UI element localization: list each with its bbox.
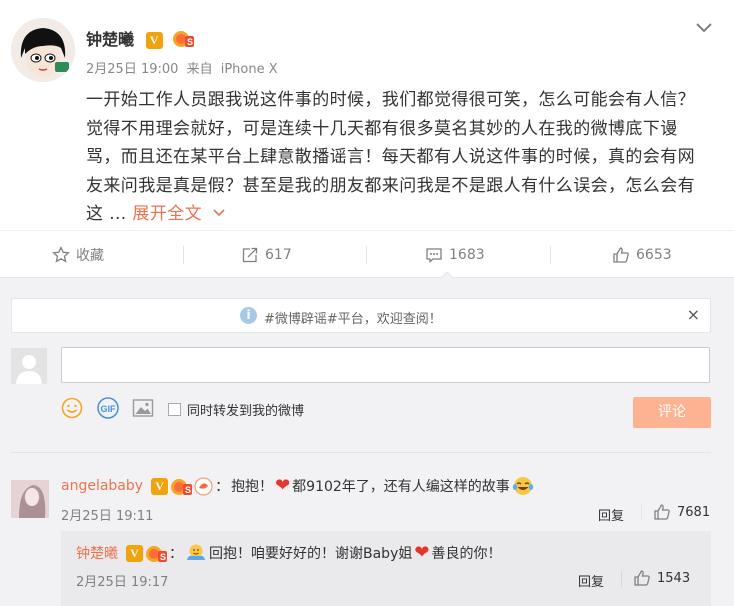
image-icon[interactable] (132, 397, 154, 419)
comment-like-button[interactable]: 7681 (653, 503, 710, 521)
divider (641, 505, 642, 521)
comment-item: angelababy V S ： 抱抱！ ❤ 都9102年了，还有人编这样的故事 (61, 476, 536, 496)
reply-like-button[interactable]: 1543 (633, 569, 690, 587)
default-avatar-icon (11, 348, 47, 384)
divider (550, 246, 551, 264)
post-line: 一开始工作人员跟我说这件事的时候，我们都觉得很可笑，怎么可能会有人信？ (86, 90, 695, 110)
forward-checkbox-row[interactable]: 同时转发到我的微博 (168, 400, 304, 419)
hug-emoji-icon (187, 544, 205, 560)
comment-text: 抱抱！ (231, 479, 274, 495)
repost-count: 617 (265, 247, 292, 263)
reply-text: 善良的你！ (431, 546, 502, 562)
post-line: 这 ... (86, 204, 133, 224)
notice-text[interactable]: #微博辟谣#平台，欢迎查阅！ (264, 308, 442, 327)
weibo-post-page: 钟楚曦 V S 2月25日 19:00 来自 iPhone X 一开始工作人员跟… (0, 0, 734, 606)
post-source[interactable]: iPhone X (221, 62, 278, 77)
comment-time: 2月25日 19:11 (61, 509, 154, 524)
post-line: 友来问我是真是假？甚至是我的朋友都来问我是不是跟人有什么误会，怎么会有 (86, 175, 695, 196)
comment-count: 1683 (449, 247, 485, 263)
reply-author-name[interactable]: 钟楚曦 (76, 543, 118, 563)
heart-icon: ❤ (414, 542, 430, 563)
post-time[interactable]: 2月25日 19:00 (86, 62, 178, 77)
star-icon (52, 246, 70, 263)
divider (11, 452, 711, 453)
rumor-notice-banner: i #微博辟谣#平台，欢迎查阅！ × (11, 298, 711, 333)
user-avatar[interactable] (11, 348, 47, 384)
colon: ： (215, 479, 230, 495)
repost-icon (242, 247, 258, 263)
forward-checkbox[interactable] (168, 403, 181, 416)
comment-icon (426, 248, 442, 263)
post-last-line: 这 ... 展开全文 (86, 200, 716, 229)
comment-like-count: 7681 (677, 504, 711, 520)
author-name[interactable]: 钟楚曦 (86, 30, 134, 49)
like-count: 6653 (636, 247, 672, 263)
reply-like-count: 1543 (657, 570, 691, 586)
verified-badge: V (126, 544, 143, 562)
author-name-row: 钟楚曦 V S (86, 26, 195, 50)
commenter-avatar[interactable] (11, 480, 49, 518)
expand-full-text-link[interactable]: 展开全文 (132, 204, 225, 224)
close-icon[interactable]: × (687, 305, 700, 324)
author-avatar[interactable] (11, 18, 75, 82)
thumbs-up-icon (634, 570, 650, 586)
heart-icon: ❤ (275, 475, 291, 496)
chevron-down-icon (213, 209, 225, 217)
divider (183, 246, 184, 264)
member-badge-icon: S (146, 545, 167, 562)
action-bar: 收藏 617 1683 6653 (0, 230, 734, 279)
gif-icon[interactable]: GIF (96, 397, 120, 419)
post-source-prefix: 来自 (186, 62, 213, 77)
member-badge-icon: S (172, 29, 195, 48)
repost-button[interactable]: 617 (241, 231, 292, 279)
favorite-label: 收藏 (76, 248, 104, 264)
like-button[interactable]: 6653 (612, 231, 672, 279)
svg-text:S: S (185, 485, 191, 495)
sub-reply-item: 钟楚曦 V S ： 回抱！咱要好好的！谢谢Baby姐 ❤ 善良的你！ (76, 543, 503, 563)
verified-badge: V (151, 477, 169, 495)
submit-comment-button[interactable]: 评论 (633, 397, 711, 428)
chevron-down-icon[interactable] (694, 20, 714, 36)
svg-text:GIF: GIF (101, 404, 117, 414)
thumbs-up-icon (654, 504, 670, 520)
post-body: 一开始工作人员跟我说这件事的时候，我们都觉得很可笑，怎么可能会有人信？ 觉得不用… (86, 86, 716, 229)
verified-badge: V (145, 32, 163, 49)
commenter-avatar-image (11, 480, 49, 518)
comment-text: 都9102年了，还有人编这样的故事 (292, 479, 510, 495)
post-line: 觉得不用理会就好，可是连续十几天都有很多莫名其妙的人在我的微博底下谩 (86, 118, 678, 139)
colon: ： (169, 546, 183, 562)
comment-input[interactable] (61, 347, 710, 383)
reply-time: 2月25日 19:17 (76, 575, 169, 590)
comment-button[interactable]: 1683 (425, 231, 485, 279)
post-line: 骂，而且还在某平台上肆意散播谣言！每天都有人说这件事的时候，真的会有网 (86, 147, 695, 167)
laugh-cry-emoji-icon (512, 477, 533, 495)
member-badge-icon: S (171, 478, 193, 495)
reply-text: 回抱！咱要好好的！谢谢Baby姐 (209, 546, 413, 562)
charity-badge-icon (194, 476, 213, 496)
thumbs-up-icon (613, 247, 629, 263)
commenter-name[interactable]: angelababy (61, 478, 143, 494)
info-icon: i (240, 307, 257, 324)
smile-icon[interactable] (61, 397, 83, 419)
reply-button[interactable]: 回复 (598, 505, 624, 524)
svg-text:S: S (160, 552, 166, 562)
forward-label: 同时转发到我的微博 (187, 404, 305, 419)
reply-button[interactable]: 回复 (578, 571, 604, 590)
post-meta: 2月25日 19:00 来自 iPhone X (86, 58, 278, 77)
favorite-button[interactable]: 收藏 (52, 231, 104, 279)
svg-text:S: S (187, 37, 193, 47)
divider (366, 246, 367, 264)
divider (621, 571, 622, 587)
author-avatar-image (11, 18, 75, 82)
